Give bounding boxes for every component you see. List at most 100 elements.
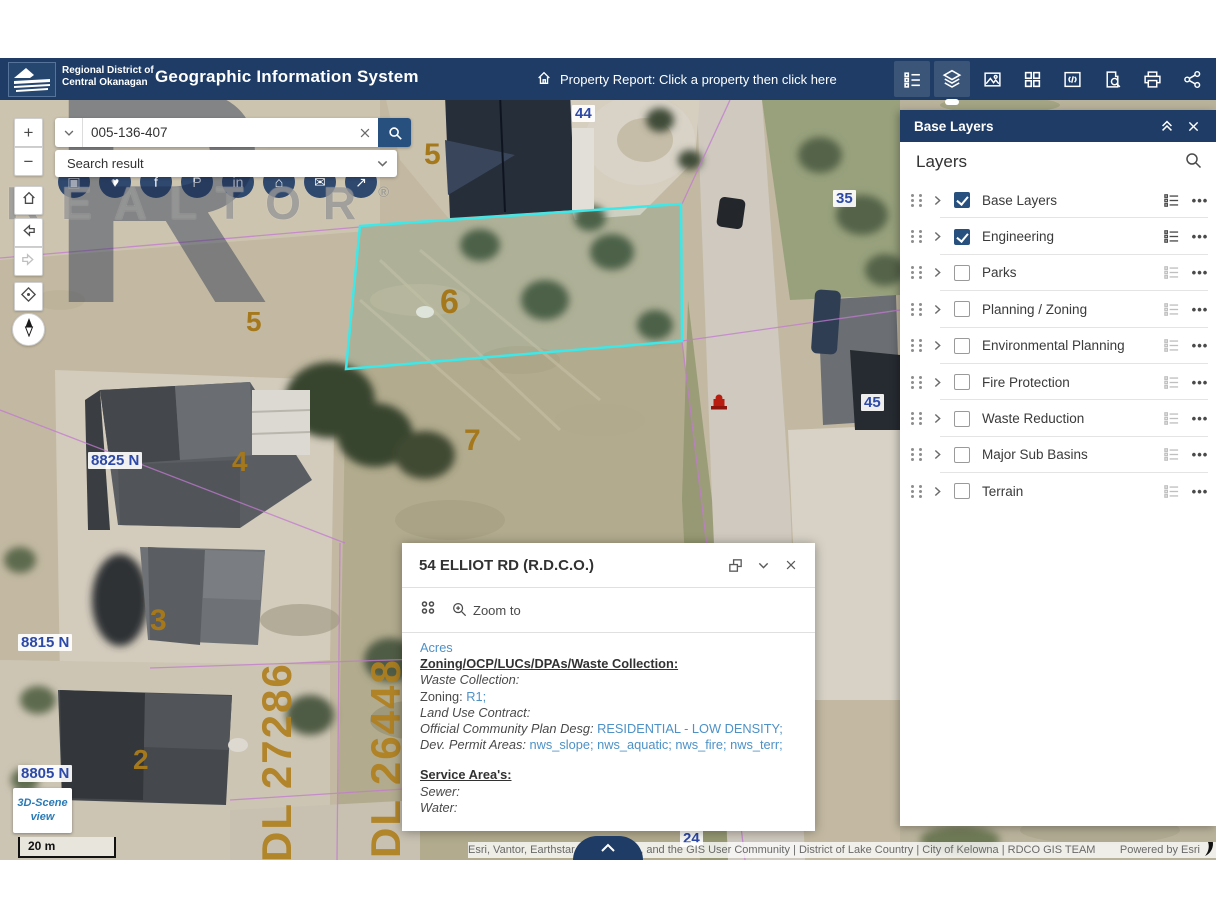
expand-layer-icon[interactable] — [926, 376, 948, 389]
field-value-link[interactable]: nws_aquatic; — [594, 737, 672, 752]
search-button[interactable] — [378, 118, 411, 147]
grid-icon[interactable] — [1014, 61, 1050, 97]
expand-layer-icon[interactable] — [926, 230, 948, 243]
expand-layer-icon[interactable] — [926, 448, 948, 461]
actions-menu-icon[interactable] — [419, 599, 437, 622]
layer-checkbox[interactable] — [954, 192, 970, 208]
filesearch-icon[interactable] — [1094, 61, 1130, 97]
lot-number-6: 6 — [440, 283, 459, 322]
zoom-out-button[interactable]: − — [14, 147, 43, 176]
popup-field-label: Waste Collection: — [420, 672, 797, 688]
zoom-in-button[interactable]: + — [14, 118, 43, 147]
legend-icon[interactable] — [1158, 264, 1184, 281]
layer-checkbox[interactable] — [954, 374, 970, 390]
layer-checkbox[interactable] — [954, 229, 970, 245]
layer-options-icon[interactable]: ••• — [1184, 375, 1216, 390]
property-report-button[interactable]: Property Report: Click a property then c… — [536, 70, 837, 89]
drag-handle-icon[interactable] — [908, 191, 926, 209]
clear-search-icon[interactable] — [352, 118, 378, 147]
drag-handle-icon[interactable] — [908, 482, 926, 500]
legend-icon[interactable] — [1158, 192, 1184, 209]
drag-handle-icon[interactable] — [908, 410, 926, 428]
popup-line: Zoning: R1; — [420, 689, 797, 705]
layer-checkbox[interactable] — [954, 338, 970, 354]
layer-options-icon[interactable]: ••• — [1184, 338, 1216, 353]
legend-icon[interactable] — [1158, 228, 1184, 245]
print-icon[interactable] — [1134, 61, 1170, 97]
field-value-link[interactable]: nws_slope; — [530, 737, 594, 752]
legend-icon[interactable] — [1158, 301, 1184, 318]
layer-options-icon[interactable]: ••• — [1184, 411, 1216, 426]
layer-checkbox[interactable] — [954, 265, 970, 281]
layer-label: Major Sub Basins — [974, 447, 1158, 462]
layer-options-icon[interactable]: ••• — [1184, 302, 1216, 317]
close-popup-icon[interactable] — [777, 551, 805, 579]
layer-checkbox[interactable] — [954, 301, 970, 317]
drag-handle-icon[interactable] — [908, 300, 926, 318]
legend-icon[interactable] — [1158, 410, 1184, 427]
expand-layer-icon[interactable] — [926, 485, 948, 498]
field-value-link[interactable]: RESIDENTIAL - LOW DENSITY; — [597, 721, 783, 736]
locate-button[interactable] — [14, 282, 43, 311]
legend-icon[interactable] — [1158, 483, 1184, 500]
zoom-to-button[interactable]: Zoom to — [451, 601, 521, 620]
legend-list-icon[interactable] — [894, 61, 930, 97]
collapse-popup-icon[interactable] — [749, 551, 777, 579]
layer-options-icon[interactable]: ••• — [1184, 484, 1216, 499]
popup-section-heading: Zoning/OCP/LUCs/DPAs/Waste Collection: — [420, 656, 797, 672]
field-link[interactable]: Acres — [420, 640, 453, 655]
expand-layer-icon[interactable] — [926, 303, 948, 316]
back-button[interactable] — [14, 218, 43, 247]
layer-checkbox[interactable] — [954, 483, 970, 499]
close-panel-icon[interactable] — [1180, 113, 1206, 139]
compass-button[interactable] — [12, 313, 45, 346]
code-icon[interactable] — [1054, 61, 1090, 97]
field-value-link[interactable]: R1; — [466, 689, 486, 704]
app-header: Regional District of Central Okanagan Ge… — [0, 58, 1216, 100]
layer-label: Engineering — [974, 229, 1158, 244]
dock-icon[interactable] — [721, 551, 749, 579]
layer-options-icon[interactable]: ••• — [1184, 193, 1216, 208]
forward-button[interactable] — [14, 247, 43, 276]
search-input[interactable] — [83, 118, 352, 147]
field-value-link[interactable]: nws_terr; — [727, 737, 783, 752]
header-toolbar — [894, 61, 1210, 97]
expand-layer-icon[interactable] — [926, 339, 948, 352]
legend-icon[interactable] — [1158, 337, 1184, 354]
drag-handle-icon[interactable] — [908, 373, 926, 391]
search-source-dropdown[interactable] — [55, 118, 83, 147]
layer-checkbox[interactable] — [954, 447, 970, 463]
layer-row-planning-zoning: Planning / Zoning••• — [900, 291, 1216, 327]
home-extent-button[interactable] — [14, 186, 43, 215]
layer-row-engineering: Engineering ••• — [900, 218, 1216, 254]
layer-options-icon[interactable]: ••• — [1184, 265, 1216, 280]
layer-checkbox[interactable] — [954, 411, 970, 427]
field-value-link[interactable]: nws_fire; — [672, 737, 727, 752]
drag-handle-icon[interactable] — [908, 228, 926, 246]
layer-list: Base Layers•••Engineering•••Parks•••Plan… — [900, 182, 1216, 510]
scene-view-button[interactable]: 3D-Scene view — [13, 788, 72, 833]
expand-attribution-button[interactable] — [573, 836, 643, 860]
basemap-icon[interactable] — [974, 61, 1010, 97]
layer-row-fire-protection: Fire Protection••• — [900, 364, 1216, 400]
selected-parcel-outline[interactable] — [346, 204, 682, 369]
layers-icon[interactable] — [934, 61, 970, 97]
layer-options-icon[interactable]: ••• — [1184, 229, 1216, 244]
drag-handle-icon[interactable] — [908, 264, 926, 282]
drag-handle-icon[interactable] — [908, 337, 926, 355]
popup-header: 54 ELLIOT RD (R.D.C.O.) — [402, 543, 815, 588]
popup-line: Acres — [420, 640, 797, 656]
locate-icon — [20, 286, 37, 308]
layer-options-icon[interactable]: ••• — [1184, 447, 1216, 462]
legend-icon[interactable] — [1158, 446, 1184, 463]
layers-heading-row: Layers — [900, 142, 1216, 182]
layer-search-icon[interactable] — [1184, 151, 1202, 174]
search-result-dropdown[interactable]: Search result — [55, 150, 397, 177]
expand-layer-icon[interactable] — [926, 412, 948, 425]
drag-handle-icon[interactable] — [908, 446, 926, 464]
legend-icon[interactable] — [1158, 374, 1184, 391]
expand-layer-icon[interactable] — [926, 194, 948, 207]
share-icon[interactable] — [1174, 61, 1210, 97]
expand-layer-icon[interactable] — [926, 266, 948, 279]
collapse-panel-icon[interactable] — [1154, 113, 1180, 139]
